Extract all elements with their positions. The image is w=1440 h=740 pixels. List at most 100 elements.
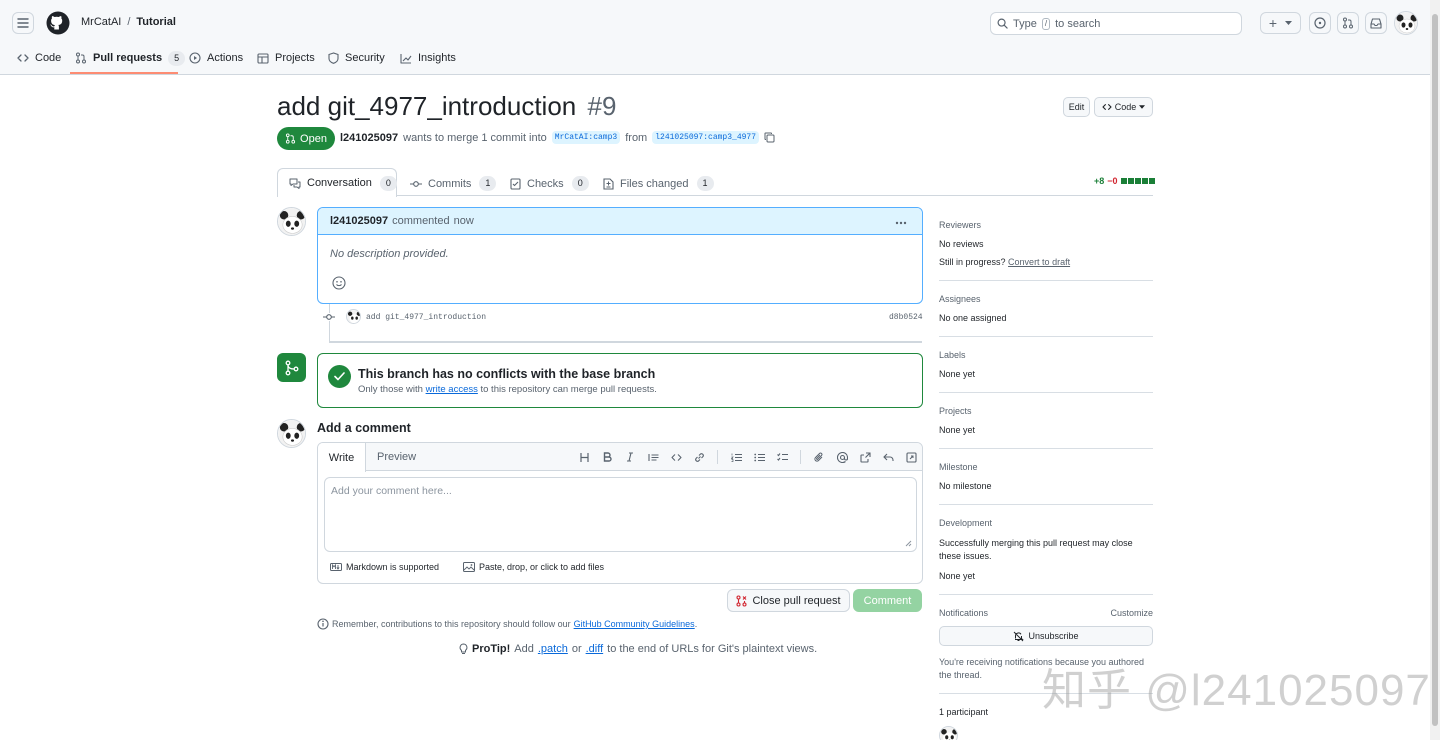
breadcrumb-owner[interactable]: MrCatAI — [81, 16, 121, 28]
pull-requests-button[interactable] — [1337, 12, 1359, 34]
tab-write[interactable]: Write — [318, 443, 366, 472]
tab-files-changed-label: Files changed — [620, 177, 689, 190]
tab-security-label: Security — [345, 52, 385, 64]
search-input[interactable]: Type / to search — [990, 12, 1242, 35]
comment-time[interactable]: now — [454, 215, 474, 227]
viewer-avatar[interactable] — [277, 419, 306, 448]
close-pr-button[interactable]: Close pull request — [727, 589, 850, 612]
pr-from-text: from — [625, 131, 648, 144]
sidebar-divider — [939, 594, 1153, 595]
tab-commits[interactable]: Commits 1 — [410, 176, 497, 191]
comment-textarea[interactable]: Add your comment here... — [324, 477, 917, 552]
heading-icon[interactable] — [574, 447, 594, 467]
comment-author[interactable]: l241025097 — [330, 215, 388, 227]
check-circle-icon — [328, 365, 351, 388]
base-branch-label[interactable]: MrCatAI:camp3 — [551, 131, 621, 144]
participant-avatar[interactable] — [939, 726, 958, 740]
protip-or: or — [571, 643, 582, 655]
commit-sha[interactable]: d8b0524 — [889, 313, 923, 322]
tab-conversation[interactable]: Conversation 0 — [277, 168, 397, 197]
customize-link[interactable]: Customize — [1110, 608, 1153, 618]
attach-files-button[interactable]: Paste, drop, or click to add files — [463, 562, 604, 572]
tab-preview[interactable]: Preview — [377, 451, 416, 463]
task-list-icon[interactable] — [772, 447, 792, 467]
ordered-list-icon[interactable] — [726, 447, 746, 467]
file-diff-icon — [603, 177, 614, 190]
comment-options-button[interactable] — [895, 216, 907, 228]
diffstat-additions: +8 — [1094, 176, 1105, 186]
code-dropdown-button[interactable]: Code — [1094, 97, 1153, 117]
comment-submit-button[interactable]: Comment — [853, 589, 922, 612]
cross-reference-icon[interactable] — [855, 447, 875, 467]
italic-icon[interactable] — [620, 447, 640, 467]
tab-insights-label: Insights — [418, 52, 456, 64]
bold-icon[interactable] — [597, 447, 617, 467]
table-icon — [257, 52, 269, 64]
protip-rest: to the end of URLs for Git's plaintext v… — [607, 643, 818, 655]
pr-state-label: Open — [300, 132, 327, 145]
pr-meta-text: wants to merge 1 commit into — [403, 131, 547, 144]
tab-pull-requests[interactable]: Pull requests 5 — [75, 46, 186, 70]
draft-row: Still in progress? Convert to draft — [939, 257, 1153, 267]
inbox-button[interactable] — [1365, 12, 1387, 34]
tab-actions[interactable]: Actions — [189, 46, 243, 70]
milestone-heading[interactable]: Milestone — [939, 462, 1153, 472]
reviewers-heading[interactable]: Reviewers — [939, 220, 1153, 230]
active-tab-underline — [70, 72, 178, 74]
resize-handle-icon[interactable] — [904, 539, 912, 547]
write-access-link[interactable]: write access — [426, 384, 478, 395]
markdown-supported-link[interactable]: Markdown is supported — [330, 562, 439, 572]
tab-insights[interactable]: Insights — [400, 46, 456, 70]
code-icon[interactable] — [666, 447, 686, 467]
mention-icon[interactable] — [832, 447, 852, 467]
shield-icon — [328, 52, 339, 64]
commit-message[interactable]: add git_4977_introduction — [366, 313, 486, 322]
github-logo-icon[interactable] — [46, 11, 70, 35]
development-heading[interactable]: Development — [939, 518, 1153, 528]
paperclip-icon[interactable] — [809, 447, 829, 467]
scrollbar-thumb[interactable] — [1432, 14, 1438, 726]
pr-author-link[interactable]: l241025097 — [340, 132, 398, 144]
sidebar-divider — [939, 336, 1153, 337]
comment-submit-label: Comment — [863, 594, 912, 607]
assignees-heading[interactable]: Assignees — [939, 294, 1153, 304]
comment-composer: Write Preview Add your comment here... M… — [317, 442, 923, 584]
fullscreen-icon[interactable] — [901, 447, 921, 467]
projects-heading[interactable]: Projects — [939, 406, 1153, 416]
issues-button[interactable] — [1309, 12, 1331, 34]
copy-icon[interactable] — [764, 132, 775, 143]
labels-heading[interactable]: Labels — [939, 350, 1153, 360]
edit-title-button[interactable]: Edit — [1063, 97, 1090, 117]
unsubscribe-button[interactable]: Unsubscribe — [939, 626, 1153, 646]
git-pull-request-icon — [285, 133, 296, 144]
quote-icon[interactable] — [643, 447, 663, 467]
reply-icon[interactable] — [878, 447, 898, 467]
tab-projects[interactable]: Projects — [257, 46, 315, 70]
tab-security[interactable]: Security — [328, 46, 385, 70]
add-reaction-button[interactable] — [332, 276, 346, 290]
user-avatar-panda[interactable] — [1394, 11, 1418, 35]
diff-link[interactable]: .diff — [586, 643, 604, 655]
format-toolbar — [574, 447, 921, 467]
link-icon[interactable] — [689, 447, 709, 467]
create-new-button[interactable]: + — [1260, 12, 1301, 34]
menu-button[interactable] — [12, 12, 34, 34]
tab-checks[interactable]: Checks 0 — [510, 176, 589, 191]
tab-code[interactable]: Code — [17, 46, 61, 70]
timeline-break — [329, 341, 922, 343]
community-guidelines-link[interactable]: GitHub Community Guidelines — [574, 619, 695, 629]
commit-author-avatar[interactable] — [346, 309, 361, 324]
search-key-hint: / — [1041, 17, 1051, 30]
breadcrumb-repo[interactable]: Tutorial — [136, 16, 176, 28]
info-icon — [317, 618, 329, 630]
comment-author-avatar[interactable] — [277, 207, 306, 236]
unordered-list-icon[interactable] — [749, 447, 769, 467]
pr-state-badge: Open — [277, 127, 335, 150]
convert-to-draft-link[interactable]: Convert to draft — [1008, 257, 1070, 267]
tab-files-changed[interactable]: Files changed 1 — [603, 176, 714, 191]
comment-body: No description provided. — [330, 248, 449, 260]
caret-down-icon — [1139, 105, 1146, 109]
issue-opened-icon — [1314, 17, 1326, 29]
patch-link[interactable]: .patch — [538, 643, 568, 655]
head-branch-label[interactable]: l241025097:camp3_4977 — [652, 131, 760, 144]
